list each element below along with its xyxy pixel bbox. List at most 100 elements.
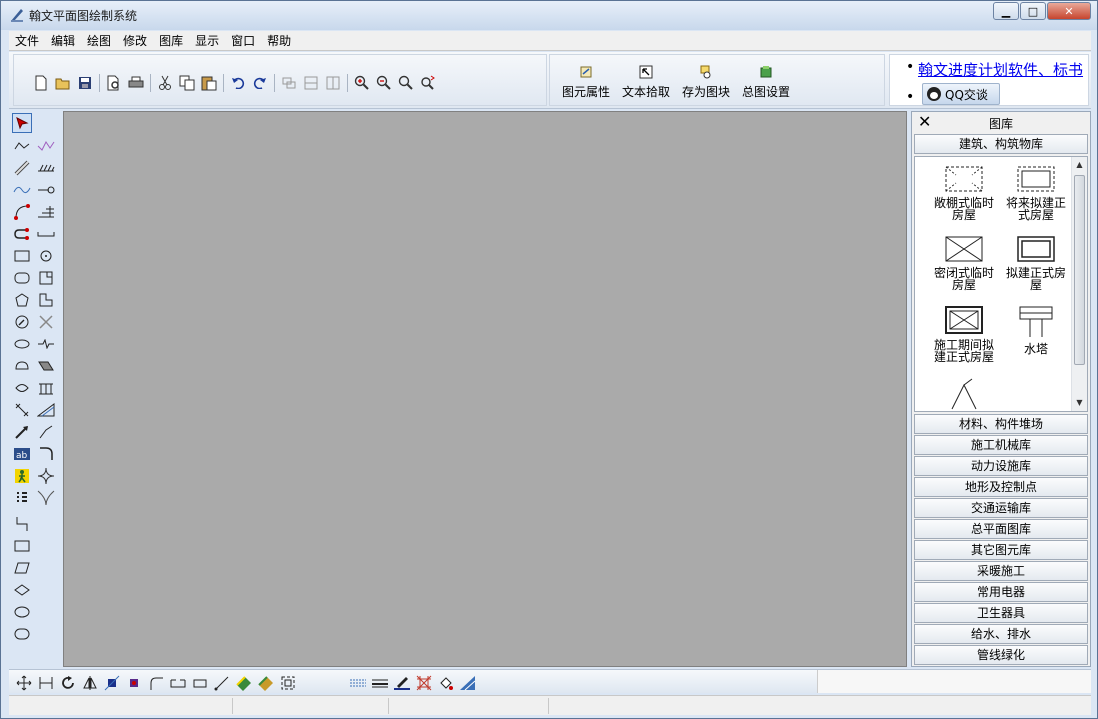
category-machinery[interactable]: 施工机械库	[914, 435, 1088, 455]
category-buildings[interactable]: 建筑、构筑物库	[914, 134, 1088, 154]
y-junction-icon[interactable]	[36, 488, 56, 508]
star-cross-icon[interactable]	[36, 466, 56, 486]
menu-modify[interactable]: 修改	[117, 31, 153, 51]
symbol-construction-period-building[interactable]: 施工期间拟建正式房屋	[929, 305, 999, 363]
vertical-split-icon[interactable]	[322, 72, 344, 94]
polyline-icon[interactable]	[12, 136, 32, 156]
step-shape-icon[interactable]	[36, 290, 56, 310]
symbol-future-building[interactable]: 将来拟建正式房屋	[1001, 165, 1071, 221]
category-pipelines[interactable]: 管线绿化	[914, 645, 1088, 665]
person-symbol-icon[interactable]	[12, 466, 32, 486]
horizontal-split-icon[interactable]	[300, 72, 322, 94]
cross-icon[interactable]	[36, 312, 56, 332]
zoom-window-icon[interactable]	[395, 72, 417, 94]
undo-icon[interactable]	[227, 72, 249, 94]
parallelogram-icon[interactable]	[12, 558, 32, 578]
maximize-button[interactable]: □	[1020, 2, 1046, 20]
line-style-icon[interactable]	[347, 672, 369, 694]
capsule-icon[interactable]	[12, 624, 32, 644]
element-properties-button[interactable]: 图元属性	[562, 65, 610, 100]
scroll-up-icon[interactable]: ▲	[1072, 157, 1087, 173]
print-icon[interactable]	[125, 72, 147, 94]
category-water[interactable]: 给水、排水	[914, 624, 1088, 644]
scroll-thumb[interactable]	[1074, 175, 1085, 365]
category-terrain[interactable]: 地形及控制点	[914, 477, 1088, 497]
rotate-icon[interactable]	[57, 672, 79, 694]
arc-icon[interactable]	[12, 202, 32, 222]
fill-color-icon[interactable]	[233, 672, 255, 694]
ellipse-icon[interactable]	[12, 334, 32, 354]
library-scrollbar[interactable]: ▲ ▼	[1071, 157, 1087, 411]
symbol-water-tower[interactable]: 水塔	[1001, 305, 1071, 355]
hatch-grid-icon[interactable]	[413, 672, 435, 694]
category-site-plan[interactable]: 总平面图库	[914, 519, 1088, 539]
fillet-icon[interactable]	[145, 672, 167, 694]
menu-view[interactable]: 显示	[189, 31, 225, 51]
oval-icon[interactable]	[12, 602, 32, 622]
line-arrow-icon[interactable]	[12, 422, 32, 442]
redo-icon[interactable]	[249, 72, 271, 94]
menu-file[interactable]: 文件	[9, 31, 45, 51]
category-transport[interactable]: 交通运输库	[914, 498, 1088, 518]
menu-window[interactable]: 窗口	[225, 31, 261, 51]
symbol-open-shed[interactable]: 敞棚式临时房屋	[929, 165, 999, 221]
leader-line-icon[interactable]	[36, 422, 56, 442]
cut-icon[interactable]	[154, 72, 176, 94]
print-preview-icon[interactable]	[103, 72, 125, 94]
zoom-out-icon[interactable]	[373, 72, 395, 94]
dimension-icon[interactable]	[36, 202, 56, 222]
mirror-icon[interactable]	[79, 672, 101, 694]
category-heating[interactable]: 采暖施工	[914, 561, 1088, 581]
category-materials[interactable]: 材料、构件堆场	[914, 414, 1088, 434]
measure-tool-icon[interactable]	[457, 672, 479, 694]
half-ellipse-icon[interactable]	[12, 356, 32, 376]
minimize-button[interactable]: ▁	[993, 2, 1019, 20]
select-arrow-icon[interactable]	[12, 113, 32, 133]
bracket-line-icon[interactable]	[36, 224, 56, 244]
diamond-icon[interactable]	[12, 580, 32, 600]
trim-icon[interactable]	[189, 672, 211, 694]
move-icon[interactable]	[13, 672, 35, 694]
corner-arc-icon[interactable]	[36, 444, 56, 464]
paste-icon[interactable]	[198, 72, 220, 94]
explode-icon[interactable]	[123, 672, 145, 694]
symbol-closed-temp-house[interactable]: 密闭式临时房屋	[929, 235, 999, 291]
freehand-line-icon[interactable]	[36, 136, 56, 156]
scroll-down-icon[interactable]: ▼	[1072, 395, 1087, 411]
pentagon-icon[interactable]	[12, 290, 32, 310]
spline-icon[interactable]	[12, 180, 32, 200]
line-weight-icon[interactable]	[369, 672, 391, 694]
ruler-icon[interactable]	[12, 158, 32, 178]
library-symbols-view[interactable]: 敞棚式临时房屋 将来拟建正式房屋 密闭式临时房屋 拟建正式房屋 施工期间拟建正式…	[914, 156, 1088, 412]
align-icon[interactable]	[101, 672, 123, 694]
stair-icon[interactable]	[36, 356, 56, 376]
qq-chat-button[interactable]: QQ交谈	[922, 83, 1000, 105]
menu-draw[interactable]: 绘图	[81, 31, 117, 51]
rectangle-icon[interactable]	[12, 246, 32, 266]
circle-dot-icon[interactable]	[36, 246, 56, 266]
zoom-realtime-icon[interactable]	[417, 72, 439, 94]
text-box-icon[interactable]: ab	[12, 444, 32, 464]
category-other[interactable]: 其它图元库	[914, 540, 1088, 560]
copy-icon[interactable]	[176, 72, 198, 94]
promo-link[interactable]: 翰文进度计划软件、标书	[918, 59, 1083, 80]
wall-break-icon[interactable]	[12, 400, 32, 420]
rounded-rect-icon[interactable]	[12, 268, 32, 288]
connector-icon[interactable]	[36, 180, 56, 200]
extend-icon[interactable]	[211, 672, 233, 694]
orthogonal-line-icon[interactable]	[12, 514, 32, 534]
grid-dots-icon[interactable]	[12, 488, 32, 508]
menu-edit[interactable]: 编辑	[45, 31, 81, 51]
pen-color-icon[interactable]	[391, 672, 413, 694]
open-folder-icon[interactable]	[52, 72, 74, 94]
wave-line-icon[interactable]	[36, 334, 56, 354]
save-icon[interactable]	[74, 72, 96, 94]
new-file-icon[interactable]	[30, 72, 52, 94]
measure-triangle-icon[interactable]	[36, 400, 56, 420]
stretch-icon[interactable]	[35, 672, 57, 694]
general-settings-button[interactable]: 总图设置	[742, 65, 790, 100]
square-corner-icon[interactable]	[36, 268, 56, 288]
plain-rectangle-icon[interactable]	[12, 536, 32, 556]
text-pick-button[interactable]: 文本拾取	[622, 65, 670, 100]
curved-arrow-icon[interactable]	[12, 224, 32, 244]
